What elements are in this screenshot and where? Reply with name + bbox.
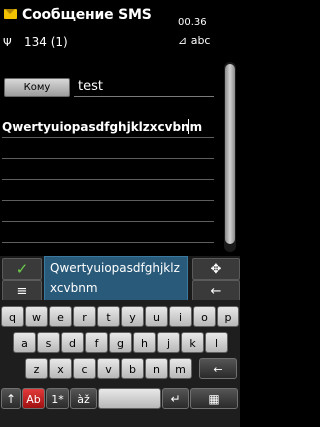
line-rule [2,242,214,243]
space-key[interactable] [98,388,161,409]
numeric-key[interactable]: 1* [46,388,69,409]
key-d[interactable]: d [61,332,84,353]
key-e[interactable]: e [49,306,72,327]
key-w[interactable]: w [25,306,48,327]
case-key[interactable]: Ab [22,388,45,409]
menu-icon: ≡ [16,283,28,299]
key-y[interactable]: y [121,306,144,327]
key-o[interactable]: o [193,306,216,327]
ok-button[interactable]: ✓ [2,258,42,280]
key-f[interactable]: f [85,332,108,353]
key-a[interactable]: a [13,332,36,353]
key-r[interactable]: r [73,306,96,327]
keyboard-layout-key[interactable]: ▦ [190,388,238,409]
key-b[interactable]: b [121,358,144,379]
accent-key[interactable]: àž [70,388,97,409]
key-v[interactable]: v [97,358,120,379]
keyboard-backspace-key[interactable]: ← [199,358,237,379]
window-title: Сообщение SMS [22,7,152,23]
key-h[interactable]: h [133,332,156,353]
key-n[interactable]: n [145,358,168,379]
key-s[interactable]: s [37,332,60,353]
message-body[interactable]: Qwertyuiopasdfghjklzxcvbnm [2,120,202,134]
text-cursor [188,119,189,134]
move-button[interactable]: ✥ [192,258,240,280]
key-p[interactable]: p [217,306,239,327]
line-rule [2,179,214,180]
key-q[interactable]: q [1,306,24,327]
line-rule [2,200,214,201]
enter-key[interactable]: ↵ [162,388,189,409]
key-z[interactable]: z [25,358,48,379]
recipient-underline [74,96,214,97]
prediction-text[interactable]: Qwertyuiopasdfghjklzxcvbnm [50,258,184,298]
move-icon: ✥ [210,261,222,277]
key-j[interactable]: j [157,332,180,353]
shift-key[interactable]: ↑ [1,388,21,409]
backspace-button[interactable]: ← [192,280,240,302]
key-l[interactable]: l [205,332,228,353]
input-mode-indicator: ⊿ abc [178,34,211,47]
key-c[interactable]: c [73,358,96,379]
check-icon: ✓ [15,260,29,278]
key-i[interactable]: i [169,306,192,327]
envelope-icon [4,9,17,19]
key-k[interactable]: k [181,332,204,353]
keyboard: q w e r t y u i o p a s d f g h j k l z … [0,300,240,427]
scrollbar-thumb[interactable] [225,64,235,244]
to-button[interactable]: Кому [4,78,70,97]
line-rule [2,221,214,222]
options-button[interactable]: ≡ [2,280,42,302]
character-counter: 134 (1) [24,35,68,49]
key-x[interactable]: x [49,358,72,379]
backspace-icon: ← [210,283,222,299]
key-t[interactable]: t [97,306,120,327]
key-g[interactable]: g [109,332,132,353]
line-rule [2,137,214,138]
key-m[interactable]: m [169,358,192,379]
key-u[interactable]: u [145,306,168,327]
line-rule [2,158,214,159]
recipient-field[interactable]: test [78,79,103,94]
signal-icon: Ψ [3,36,12,49]
clock: 00.36 [178,17,207,28]
